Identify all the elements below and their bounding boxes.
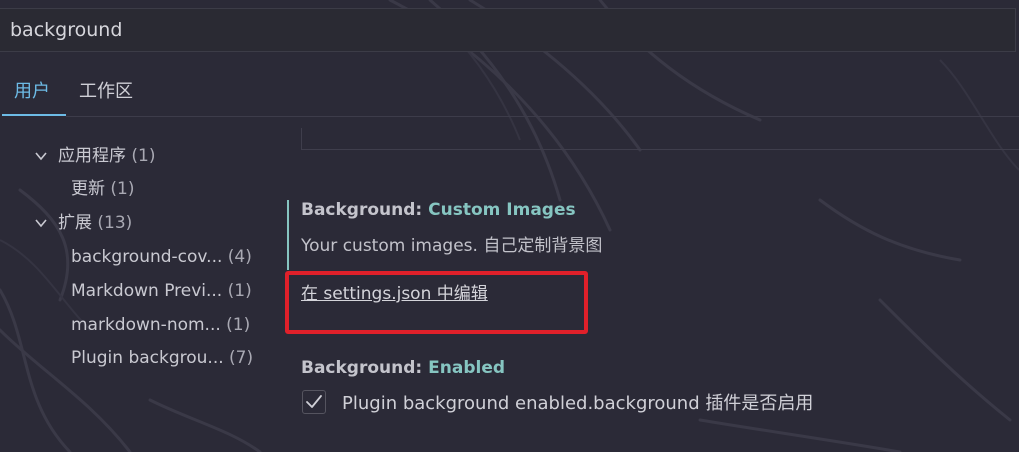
tree-item-label: 更新	[71, 179, 105, 199]
tree-item-count: (1)	[110, 179, 135, 199]
tree-item-application[interactable]: 应用程序 (1)	[58, 145, 156, 167]
active-tab-indicator	[2, 114, 66, 116]
chevron-down-icon[interactable]	[35, 150, 47, 162]
tree-item-label: Plugin backgrou...	[71, 348, 224, 368]
tree-item-label: 扩展	[58, 213, 92, 233]
red-highlight-box	[285, 271, 588, 334]
tree-item-background-cover[interactable]: background-cov... (4)	[71, 246, 252, 268]
focused-setting-indicator	[287, 200, 289, 270]
tree-item-markdown-preview[interactable]: Markdown Previ... (1)	[71, 280, 252, 302]
tree-item-label: Markdown Previ...	[71, 281, 223, 301]
background-illustration	[0, 0, 1019, 452]
previous-setting-card	[301, 128, 1019, 150]
settings-window: 用户 工作区 应用程序 (1) 更新 (1) 扩展 (13) backgroun…	[0, 0, 1019, 452]
tree-item-count: (1)	[131, 146, 156, 166]
tree-item-count: (1)	[227, 281, 252, 301]
tree-item-label: 应用程序	[58, 146, 126, 166]
tree-item-count: (7)	[229, 348, 254, 368]
setting-title-custom-images: Background: Custom Images	[301, 200, 576, 220]
enabled-checkbox-label: Plugin background enabled.background 插件是…	[342, 393, 814, 414]
tabs-divider	[66, 116, 1019, 117]
tree-item-label: markdown-nom...	[71, 315, 221, 335]
checkmark-icon	[306, 395, 322, 408]
tab-user[interactable]: 用户	[14, 80, 50, 116]
tree-item-count: (4)	[227, 247, 252, 267]
tree-item-update[interactable]: 更新 (1)	[71, 178, 135, 200]
enabled-checkbox[interactable]	[302, 390, 326, 414]
tree-item-plugin-background[interactable]: Plugin backgrou... (7)	[71, 347, 253, 369]
setting-category: Background:	[301, 200, 429, 220]
tree-item-label: background-cov...	[71, 247, 223, 267]
tree-item-extensions[interactable]: 扩展 (13)	[58, 212, 132, 234]
setting-name: Custom Images	[428, 200, 576, 220]
setting-title-enabled: Background: Enabled	[301, 358, 505, 378]
tree-item-markdown-nomnoml[interactable]: markdown-nom... (1)	[71, 314, 250, 336]
setting-category: Background:	[301, 358, 429, 378]
tree-item-count: (1)	[226, 315, 251, 335]
tree-item-count: (13)	[97, 213, 133, 233]
setting-name: Enabled	[428, 358, 506, 378]
search-input[interactable]	[10, 9, 1000, 51]
tab-workspace[interactable]: 工作区	[79, 80, 133, 116]
chevron-down-icon[interactable]	[35, 217, 47, 229]
setting-description: Your custom images. 自己定制背景图	[301, 236, 603, 256]
settings-search-box[interactable]	[0, 8, 1016, 52]
